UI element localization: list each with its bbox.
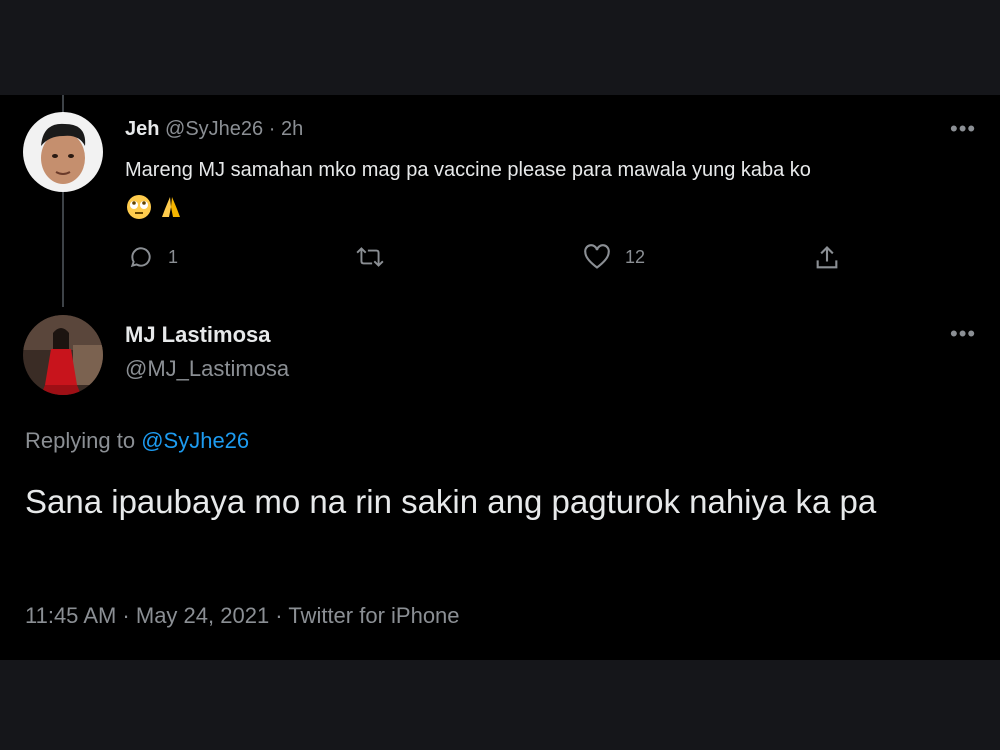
avatar-mj-lastimosa[interactable] xyxy=(23,315,103,395)
rolling-eyes-emoji-icon xyxy=(125,193,153,226)
reply-count: 1 xyxy=(168,246,179,267)
reply-actions: 1 12 xyxy=(0,240,1000,280)
main-tweet-text: Sana ipaubaya mo na rin sakin ang pagtur… xyxy=(25,483,877,520)
avatar-jeh[interactable] xyxy=(23,112,103,192)
thread-connector-top xyxy=(62,95,64,113)
reply-display-name[interactable]: Jeh xyxy=(125,118,159,140)
main-timestamp[interactable]: 11:45 AM · May 24, 2021 · Twitter for iP… xyxy=(25,603,460,629)
heart-icon xyxy=(584,244,610,269)
folded-hands-emoji-icon xyxy=(157,193,185,226)
replying-to-line: Replying to @SyJhe26 xyxy=(25,428,249,454)
main-display-name[interactable]: MJ Lastimosa xyxy=(125,322,271,348)
share-button[interactable] xyxy=(813,244,841,272)
replying-to-mention[interactable]: @SyJhe26 xyxy=(141,428,249,453)
replying-prefix: Replying to xyxy=(25,428,136,453)
reply-header: Jeh @SyJhe26 · 2h xyxy=(125,118,303,141)
reply-emojis xyxy=(125,193,185,226)
reply-more-button[interactable]: ••• xyxy=(950,118,976,140)
share-icon xyxy=(816,246,838,269)
like-button[interactable]: 12 xyxy=(583,244,645,270)
reply-handle[interactable]: @SyJhe26 xyxy=(165,118,263,140)
reply-time[interactable]: · 2h xyxy=(269,118,303,140)
reply-button[interactable]: 1 xyxy=(128,244,178,270)
main-more-button[interactable]: ••• xyxy=(950,323,976,345)
retweet-button[interactable] xyxy=(355,244,385,270)
main-handle[interactable]: @MJ_Lastimosa xyxy=(125,356,289,382)
comment-icon xyxy=(130,247,151,268)
reply-text: Mareng MJ samahan mko mag pa vaccine ple… xyxy=(125,159,811,181)
like-count: 12 xyxy=(625,246,646,267)
retweet-icon xyxy=(356,247,384,267)
